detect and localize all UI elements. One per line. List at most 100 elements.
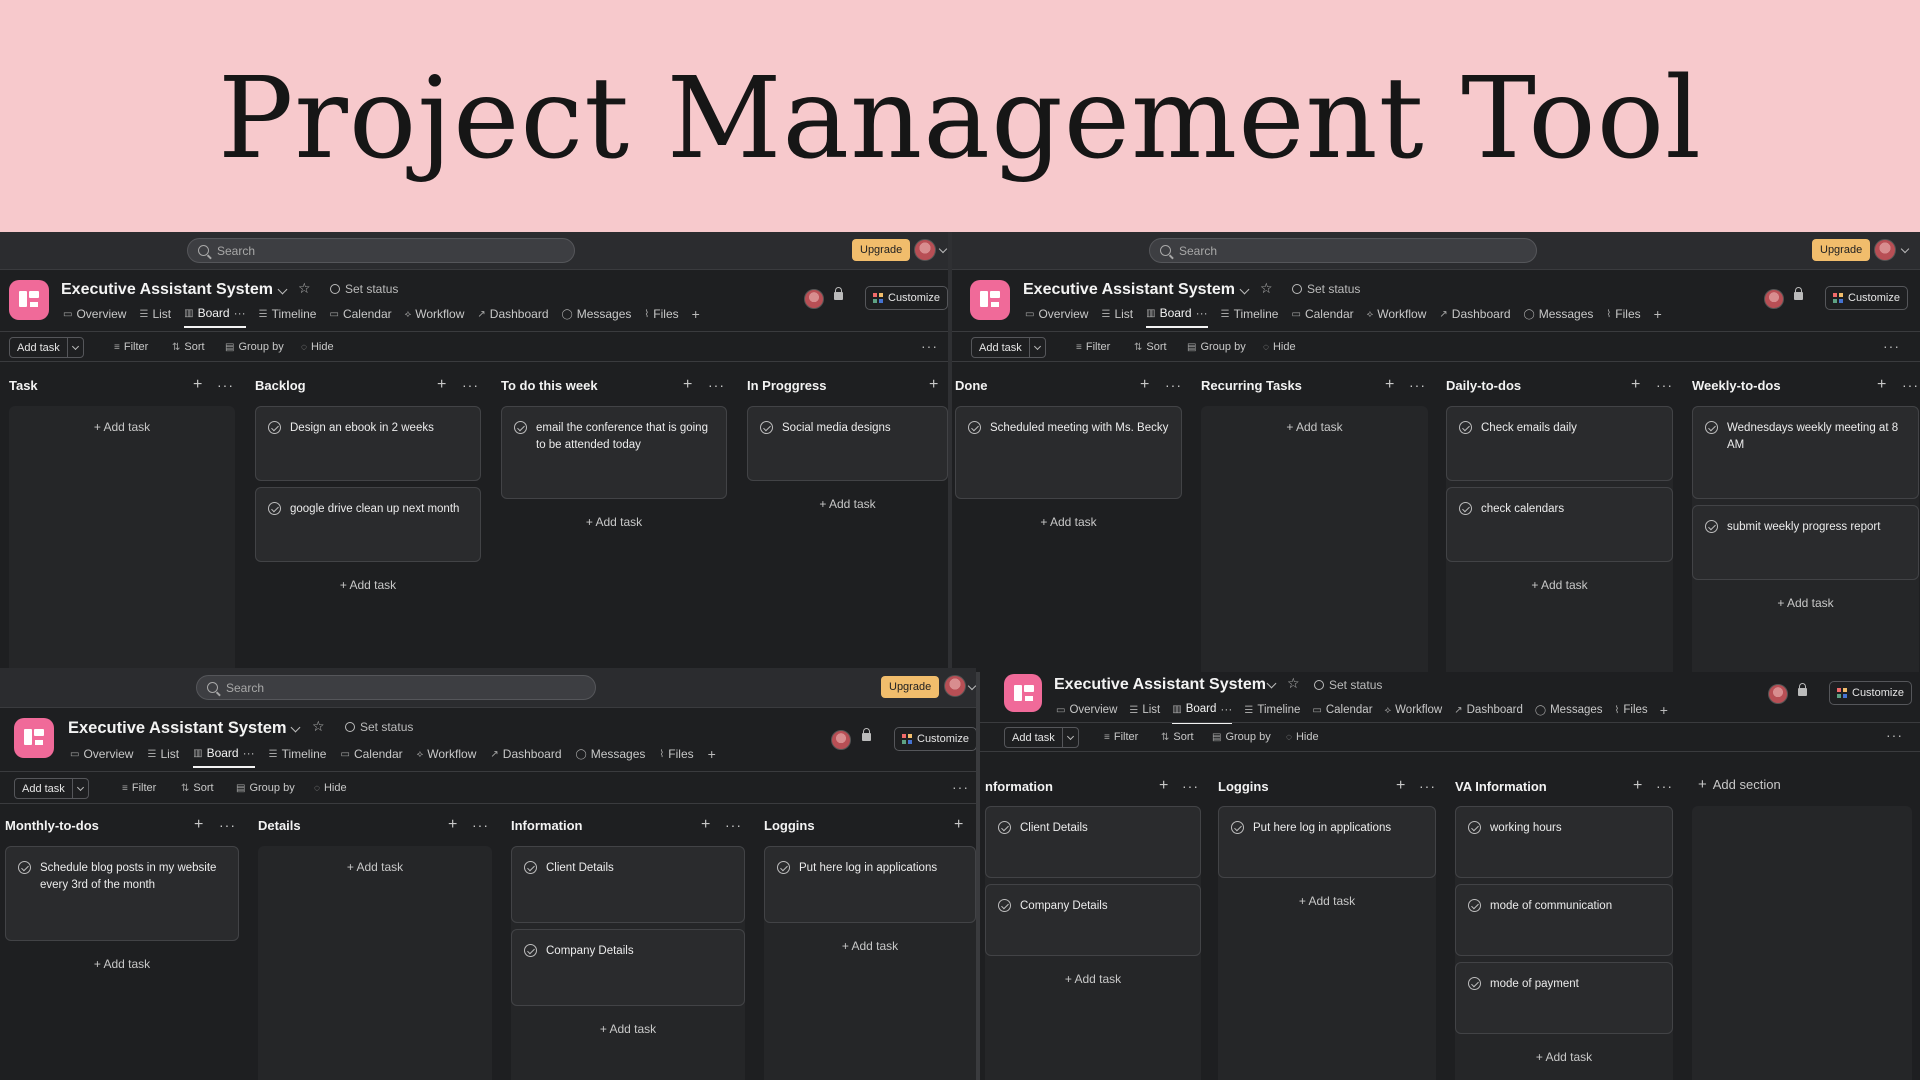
tab-files[interactable]: ⌇ Files [1606, 306, 1640, 328]
tab-list[interactable]: ☰ List [147, 746, 179, 768]
sort-button[interactable]: ⇅ Sort [1161, 731, 1194, 743]
column-title[interactable]: nformation [985, 779, 1053, 794]
task-card[interactable]: mode of communication [1455, 884, 1673, 956]
check-circle-icon[interactable] [1459, 421, 1472, 434]
column-title[interactable]: Done [955, 378, 988, 393]
sort-button[interactable]: ⇅ Sort [181, 782, 214, 794]
task-card[interactable]: google drive clean up next month [255, 487, 481, 562]
task-card[interactable]: Company Details [511, 929, 745, 1006]
task-card[interactable]: Company Details [985, 884, 1201, 956]
add-tab-button[interactable]: + [708, 746, 716, 768]
check-circle-icon[interactable] [968, 421, 981, 434]
add-task-link[interactable]: + Add task [955, 505, 1182, 539]
column-title[interactable]: Loggins [1218, 779, 1269, 794]
more-options-icon[interactable]: ··· [1886, 727, 1903, 743]
set-status-button[interactable]: Set status [1314, 678, 1382, 692]
upgrade-button[interactable]: Upgrade [881, 676, 940, 698]
more-icon[interactable]: ··· [1409, 377, 1426, 393]
chevron-down-icon[interactable] [277, 284, 288, 295]
hide-button[interactable]: ◌ Hide [1286, 731, 1319, 743]
more-icon[interactable]: ··· [1165, 377, 1182, 393]
tab-messages[interactable]: ◯ Messages [1535, 702, 1603, 724]
project-title[interactable]: Executive Assistant System [1023, 281, 1235, 299]
more-options-icon[interactable]: ··· [952, 779, 969, 795]
add-task-button[interactable]: Add task [1004, 727, 1079, 748]
more-icon[interactable]: ··· [725, 817, 742, 833]
check-circle-icon[interactable] [1468, 899, 1481, 912]
task-card[interactable]: Put here log in applications [1218, 806, 1436, 878]
sort-button[interactable]: ⇅ Sort [1134, 341, 1167, 353]
tab-messages[interactable]: ◯ Messages [562, 306, 632, 328]
column-title[interactable]: Details [258, 818, 301, 833]
more-icon[interactable]: ··· [217, 377, 234, 393]
plus-icon[interactable]: + [437, 376, 446, 394]
plus-icon[interactable]: + [954, 816, 963, 834]
column-title[interactable]: Recurring Tasks [1201, 378, 1302, 393]
check-circle-icon[interactable] [760, 421, 773, 434]
task-card[interactable]: Social media designs [747, 406, 948, 481]
task-card[interactable]: Put here log in applications [764, 846, 976, 923]
tab-board[interactable]: ▥ Board ··· [184, 306, 246, 328]
column-title[interactable]: To do this week [501, 378, 598, 393]
project-title[interactable]: Executive Assistant System [1054, 676, 1266, 694]
tab-workflow[interactable]: ⟡ Workflow [1367, 306, 1427, 328]
user-avatar[interactable] [914, 239, 936, 261]
check-circle-icon[interactable] [1231, 821, 1244, 834]
tab-dashboard[interactable]: ↗ Dashboard [1454, 702, 1523, 724]
task-card[interactable]: Client Details [511, 846, 745, 923]
set-status-button[interactable]: Set status [1292, 282, 1360, 296]
customize-button[interactable]: Customize [1829, 681, 1912, 705]
tab-dashboard[interactable]: ↗ Dashboard [477, 306, 548, 328]
hide-button[interactable]: ◌ Hide [1263, 341, 1296, 353]
check-circle-icon[interactable] [1468, 977, 1481, 990]
tab-board[interactable]: ▥ Board ··· [193, 746, 255, 768]
chevron-down-icon[interactable] [1266, 678, 1277, 689]
plus-icon[interactable]: + [1633, 777, 1642, 795]
task-card[interactable]: working hours [1455, 806, 1673, 878]
plus-icon[interactable]: + [1385, 376, 1394, 394]
tab-overview[interactable]: ▭ Overview [1025, 306, 1088, 328]
plus-icon[interactable]: + [194, 816, 203, 834]
column-title[interactable]: Weekly-to-dos [1692, 378, 1781, 393]
plus-icon[interactable]: + [1396, 777, 1405, 795]
task-card[interactable]: Design an ebook in 2 weeks [255, 406, 481, 481]
more-icon[interactable]: ··· [234, 306, 246, 320]
task-card[interactable]: check calendars [1446, 487, 1673, 562]
plus-icon[interactable]: + [1159, 777, 1168, 795]
more-icon[interactable]: ··· [462, 377, 479, 393]
more-icon[interactable]: ··· [1902, 377, 1919, 393]
group-by-button[interactable]: ▤ Group by [1187, 341, 1246, 353]
more-icon[interactable]: ··· [1656, 778, 1673, 794]
more-options-icon[interactable]: ··· [1883, 338, 1900, 354]
more-icon[interactable]: ··· [708, 377, 725, 393]
tab-files[interactable]: ⌇ Files [644, 306, 678, 328]
member-avatar[interactable] [804, 289, 824, 309]
upgrade-button[interactable]: Upgrade [1812, 239, 1871, 261]
tab-workflow[interactable]: ⟡ Workflow [405, 306, 465, 328]
column-title[interactable]: Backlog [255, 378, 306, 393]
star-icon[interactable]: ☆ [298, 280, 311, 297]
add-tab-button[interactable]: + [692, 306, 700, 328]
project-title[interactable]: Executive Assistant System [68, 719, 287, 738]
task-card[interactable]: mode of payment [1455, 962, 1673, 1034]
task-card[interactable]: Scheduled meeting with Ms. Becky [955, 406, 1182, 499]
upgrade-button[interactable]: Upgrade [852, 239, 911, 261]
check-circle-icon[interactable] [268, 421, 281, 434]
chevron-down-icon[interactable] [967, 681, 976, 691]
add-task-button[interactable]: Add task [9, 337, 84, 358]
search-input[interactable]: Search [187, 238, 575, 263]
check-circle-icon[interactable] [777, 861, 790, 874]
group-by-button[interactable]: ▤ Group by [225, 341, 284, 353]
more-icon[interactable]: ··· [1220, 702, 1232, 716]
check-circle-icon[interactable] [1705, 421, 1718, 434]
chevron-down-icon[interactable] [1239, 284, 1250, 295]
tab-files[interactable]: ⌇ Files [1615, 702, 1648, 724]
tab-overview[interactable]: ▭ Overview [70, 746, 133, 768]
tab-overview[interactable]: ▭ Overview [63, 306, 126, 328]
check-circle-icon[interactable] [1459, 502, 1472, 515]
search-input[interactable]: Search [196, 675, 596, 700]
add-task-link[interactable]: + Add task [1218, 884, 1436, 918]
add-task-button[interactable]: Add task [971, 337, 1046, 358]
add-task-link[interactable]: + Add task [5, 947, 239, 981]
check-circle-icon[interactable] [1705, 520, 1718, 533]
